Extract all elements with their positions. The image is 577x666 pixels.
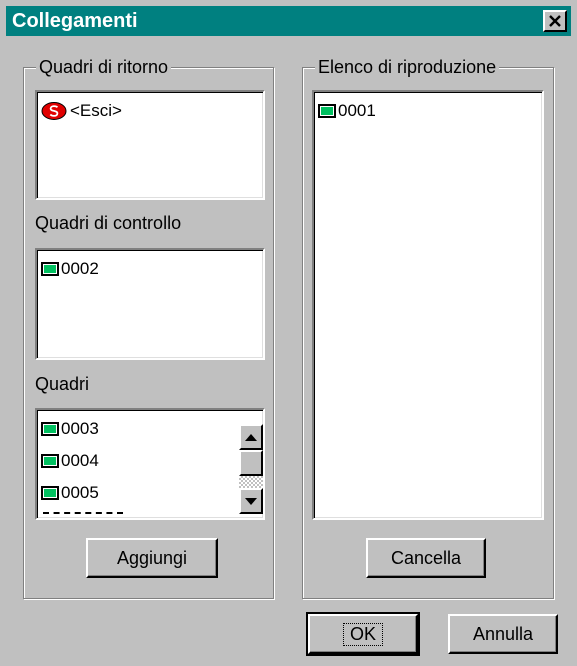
scroll-thumb[interactable] — [239, 450, 263, 476]
cancel-button[interactable]: Annulla — [448, 614, 558, 654]
list-item[interactable]: 0004 — [41, 448, 99, 474]
ok-button-label: OK — [342, 622, 383, 646]
list-item-label: 0001 — [338, 101, 376, 120]
window-title: Collegamenti — [12, 10, 138, 32]
close-icon — [549, 15, 561, 27]
playlist-list[interactable]: 0001 — [312, 90, 544, 520]
frame-icon — [41, 262, 59, 276]
frame-icon — [41, 454, 59, 468]
return-frames-list[interactable]: <Esci> — [35, 90, 265, 200]
stop-icon — [41, 102, 67, 120]
list-item[interactable]: 0005 — [41, 480, 99, 506]
list-item-label: 0004 — [61, 451, 99, 470]
frames-list[interactable]: 0003 0004 0005 — [35, 408, 265, 520]
list-item-label: <Esci> — [70, 101, 122, 120]
list-item-label: 0005 — [61, 483, 99, 502]
arrow-down-icon — [245, 497, 257, 505]
scroll-up-button[interactable] — [239, 424, 263, 450]
frame-icon — [41, 486, 59, 500]
scroll-down-button[interactable] — [239, 488, 263, 514]
frames-label: Quadri — [35, 374, 90, 394]
title-bar[interactable]: Collegamenti — [6, 6, 571, 36]
playlist-label: Elenco di riproduzione — [315, 56, 500, 78]
control-frames-list[interactable]: 0002 — [35, 248, 265, 360]
ok-button[interactable]: OK — [306, 612, 420, 656]
list-item-label: 0003 — [61, 419, 99, 438]
close-button[interactable] — [543, 10, 567, 32]
return-frames-label: Quadri di ritorno — [36, 56, 172, 78]
scroll-track[interactable] — [239, 476, 263, 488]
list-item-label: 0002 — [61, 259, 99, 278]
partial-list-item — [43, 512, 123, 518]
links-dialog: Collegamenti Quadri di ritorno <Esci> Qu… — [0, 0, 577, 666]
list-item[interactable]: 0001 — [318, 98, 376, 124]
list-item[interactable]: <Esci> — [41, 98, 122, 124]
control-frames-label: Quadri di controllo — [35, 213, 182, 233]
add-button[interactable]: Aggiungi — [86, 538, 218, 578]
frame-icon — [41, 422, 59, 436]
list-item[interactable]: 0002 — [41, 256, 99, 282]
list-item[interactable]: 0003 — [41, 416, 99, 442]
delete-button[interactable]: Cancella — [366, 538, 486, 578]
frame-icon — [318, 104, 336, 118]
arrow-up-icon — [245, 433, 257, 441]
